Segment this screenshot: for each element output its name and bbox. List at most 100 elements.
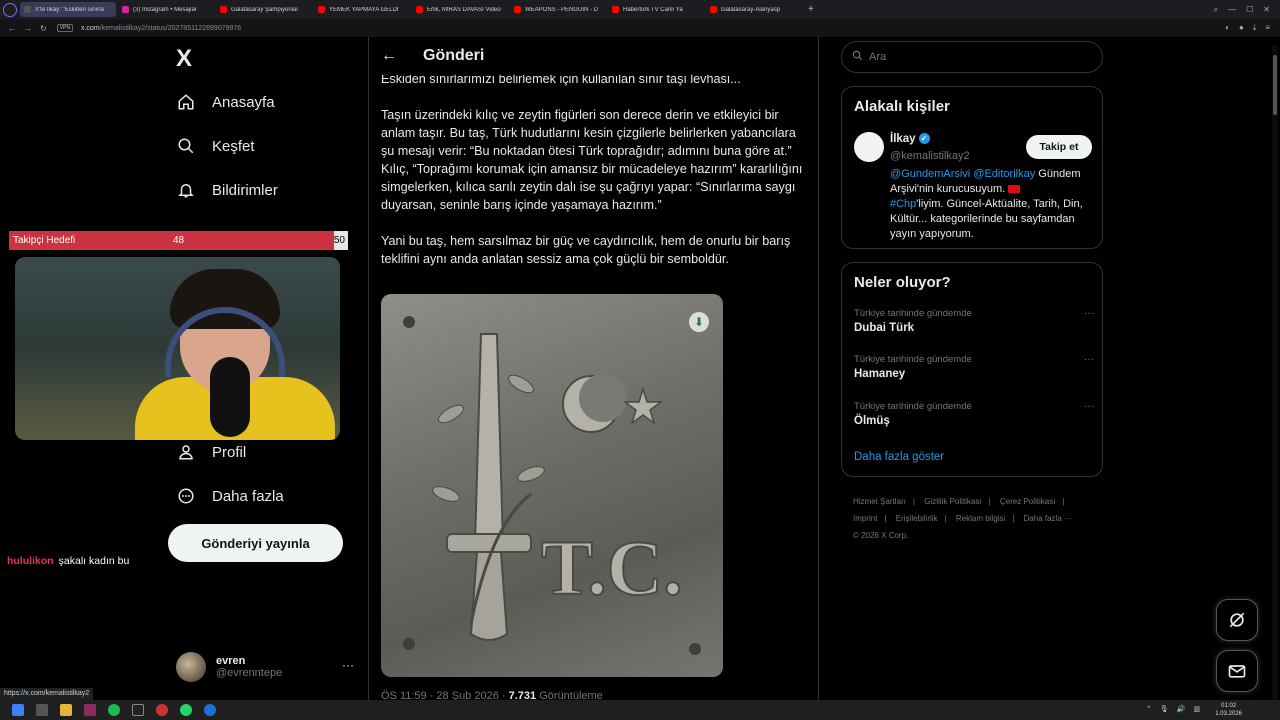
task-view-icon[interactable]: [36, 704, 48, 716]
back-icon[interactable]: ←: [8, 24, 16, 33]
browser-tab[interactable]: WEAPONS - PENGUIN - D: [510, 2, 606, 17]
browser-tab[interactable]: Galatasaray-Alanyasp: [706, 2, 802, 17]
nav-item-profile[interactable]: Profil: [176, 442, 246, 462]
browser-tab[interactable]: (3) Instagram • Mesajlar: [118, 2, 214, 17]
account-switcher[interactable]: evren @evrenntepe ···: [176, 650, 354, 684]
scrollbar[interactable]: [1272, 45, 1278, 700]
trend-item[interactable]: Türkiye tarihinde gündemde Ölmüş ···: [854, 401, 1094, 427]
download-icon[interactable]: ⬇: [689, 312, 709, 332]
x-logo[interactable]: X: [176, 45, 192, 73]
footer-link[interactable]: Erişilebilirlik: [896, 514, 938, 523]
post-button[interactable]: Gönderiyi yayınla: [168, 524, 343, 562]
more-dots-icon[interactable]: ···: [1084, 354, 1094, 365]
new-tab-button[interactable]: +: [808, 4, 814, 15]
file-explorer-icon[interactable]: [60, 704, 72, 716]
browser-tab[interactable]: YEMEK YAPMAYA GELDİ: [314, 2, 410, 17]
post-paragraph: Taşın üzerindeki kılıç ve zeytin figürle…: [381, 108, 796, 158]
menu-icon[interactable]: ≡: [1265, 23, 1270, 33]
nav-item-home[interactable]: Anasayfa: [176, 92, 275, 112]
maximize-icon[interactable]: ☐: [1246, 5, 1253, 14]
address-bar: ← → ↻ VPN x.com/kemalistilkay2/status/20…: [0, 19, 1280, 37]
clock-date: 1.03.2026: [1215, 711, 1242, 717]
mention-link[interactable]: @GundemArsivi: [890, 168, 970, 180]
browser-taskbar-icon[interactable]: [84, 704, 96, 716]
nav-item-more[interactable]: Daha fazla: [176, 486, 284, 506]
spotify-icon[interactable]: [108, 704, 120, 716]
browser-tab[interactable]: X'te İlkay: "Eskiden sınırla: [20, 2, 116, 17]
browser-tab[interactable]: Erlik, MİRAS DAVASI Video: [412, 2, 508, 17]
footer-link[interactable]: Imprint: [853, 514, 877, 523]
close-icon[interactable]: ✕: [1263, 5, 1270, 14]
url-field[interactable]: x.com/kemalistilkay2/status/202785112269…: [81, 25, 241, 32]
mic-tray-icon[interactable]: 🎙: [1160, 705, 1169, 713]
card-title: Neler oluyor?: [854, 274, 951, 291]
browser-tab[interactable]: Galatasaray Şampiyonlar: [216, 2, 312, 17]
search-tabs-icon[interactable]: ⌕: [1214, 5, 1218, 15]
more-dots-icon[interactable]: ···: [342, 658, 354, 672]
nav-item-label: Daha fazla: [212, 487, 284, 505]
url-domain: x.com: [80, 24, 100, 32]
trend-item[interactable]: Türkiye tarihinde gündemde Hamaney ···: [854, 354, 1094, 380]
taskbar: ⌃ 🎙 🔊 ▥ 01:02 1.03.2026: [0, 700, 1280, 720]
browser-logo-icon[interactable]: [3, 2, 17, 17]
follower-goal-bar: Takipçi Hedefi 48 50: [9, 231, 348, 250]
forward-icon[interactable]: →: [24, 24, 32, 33]
user-handle[interactable]: @kemalistilkay2: [890, 150, 970, 162]
footer-link[interactable]: Gizlilik Politikası: [924, 497, 981, 506]
footer-link[interactable]: Çerez Politikası: [1000, 497, 1056, 506]
post-body: Eskiden sınırlarımızı belirlemek için ku…: [381, 70, 806, 268]
scrollbar-thumb[interactable]: [1273, 55, 1277, 115]
extension-icon[interactable]: ◐: [1225, 23, 1230, 33]
more-dots-icon[interactable]: ···: [1084, 308, 1094, 319]
more-dots-icon[interactable]: ···: [1084, 401, 1094, 412]
obs-icon[interactable]: [156, 704, 168, 716]
card-title: Alakalı kişiler: [854, 98, 950, 115]
network-icon[interactable]: ▥: [1193, 705, 1200, 713]
volume-icon[interactable]: 🔊: [1177, 705, 1186, 713]
footer-link[interactable]: Reklam bilgisi: [956, 514, 1005, 523]
instagram-favicon-icon: [122, 6, 129, 13]
hashtag-link[interactable]: #Chp: [890, 198, 916, 210]
user-bio: @GundemArsivi @Editorilkay Gündem Arşivi…: [890, 168, 1083, 240]
home-icon: [176, 92, 196, 112]
nav-item-notifications[interactable]: Bildirimler: [176, 180, 278, 200]
copyright: © 2026 X Corp.: [853, 531, 909, 540]
youtube-favicon-icon: [612, 6, 619, 13]
messages-button[interactable]: [1216, 650, 1258, 692]
show-more-link[interactable]: Daha fazla göster: [854, 451, 944, 463]
whatsapp-icon[interactable]: [180, 704, 192, 716]
steam-icon[interactable]: [204, 704, 216, 716]
vpn-badge[interactable]: VPN: [56, 24, 73, 32]
reload-icon[interactable]: ↻: [40, 24, 47, 33]
tray-arrow-icon[interactable]: ⌃: [1146, 705, 1152, 713]
follow-button[interactable]: Takip et: [1026, 135, 1092, 159]
bell-icon: [176, 180, 196, 200]
footer-link[interactable]: Hizmet Şartları: [853, 497, 906, 506]
clock[interactable]: 01:02 1.03.2026: [1215, 702, 1242, 718]
trend-name: Hamaney: [854, 368, 906, 380]
x-favicon-icon: [24, 6, 31, 13]
column-divider: [818, 37, 819, 700]
post-image[interactable]: T.C. ⬇: [381, 294, 723, 677]
youtube-favicon-icon: [710, 6, 717, 13]
profile-icon[interactable]: ●: [1239, 23, 1244, 33]
trend-context: Türkiye tarihinde gündemde: [854, 308, 972, 319]
user-name[interactable]: İlkay ✓: [890, 133, 930, 145]
trend-item[interactable]: Türkiye tarihinde gündemde Dubai Türk ··…: [854, 308, 1094, 334]
mention-link[interactable]: @Editorilkay: [973, 168, 1035, 180]
post-header: ← Gönderi: [369, 37, 818, 75]
avatar[interactable]: [854, 132, 884, 162]
minimize-icon[interactable]: —: [1228, 5, 1236, 14]
grok-button[interactable]: [1216, 599, 1258, 641]
download-icon[interactable]: ⤓: [1253, 23, 1257, 33]
footer-link[interactable]: Daha fazla ···: [1024, 514, 1072, 523]
browser-toolbar: ◐ ● ⤓ ≡: [1225, 23, 1270, 33]
person-icon: [176, 442, 196, 462]
app-icon[interactable]: [132, 704, 144, 716]
search-input[interactable]: Ara: [841, 41, 1103, 73]
start-icon[interactable]: [12, 704, 24, 716]
nav-item-label: Anasayfa: [212, 93, 275, 111]
browser-tab[interactable]: Habertürk TV Canlı Ya: [608, 2, 704, 17]
nav-item-explore[interactable]: Keşfet: [176, 136, 255, 156]
back-arrow-icon[interactable]: ←: [381, 47, 411, 65]
